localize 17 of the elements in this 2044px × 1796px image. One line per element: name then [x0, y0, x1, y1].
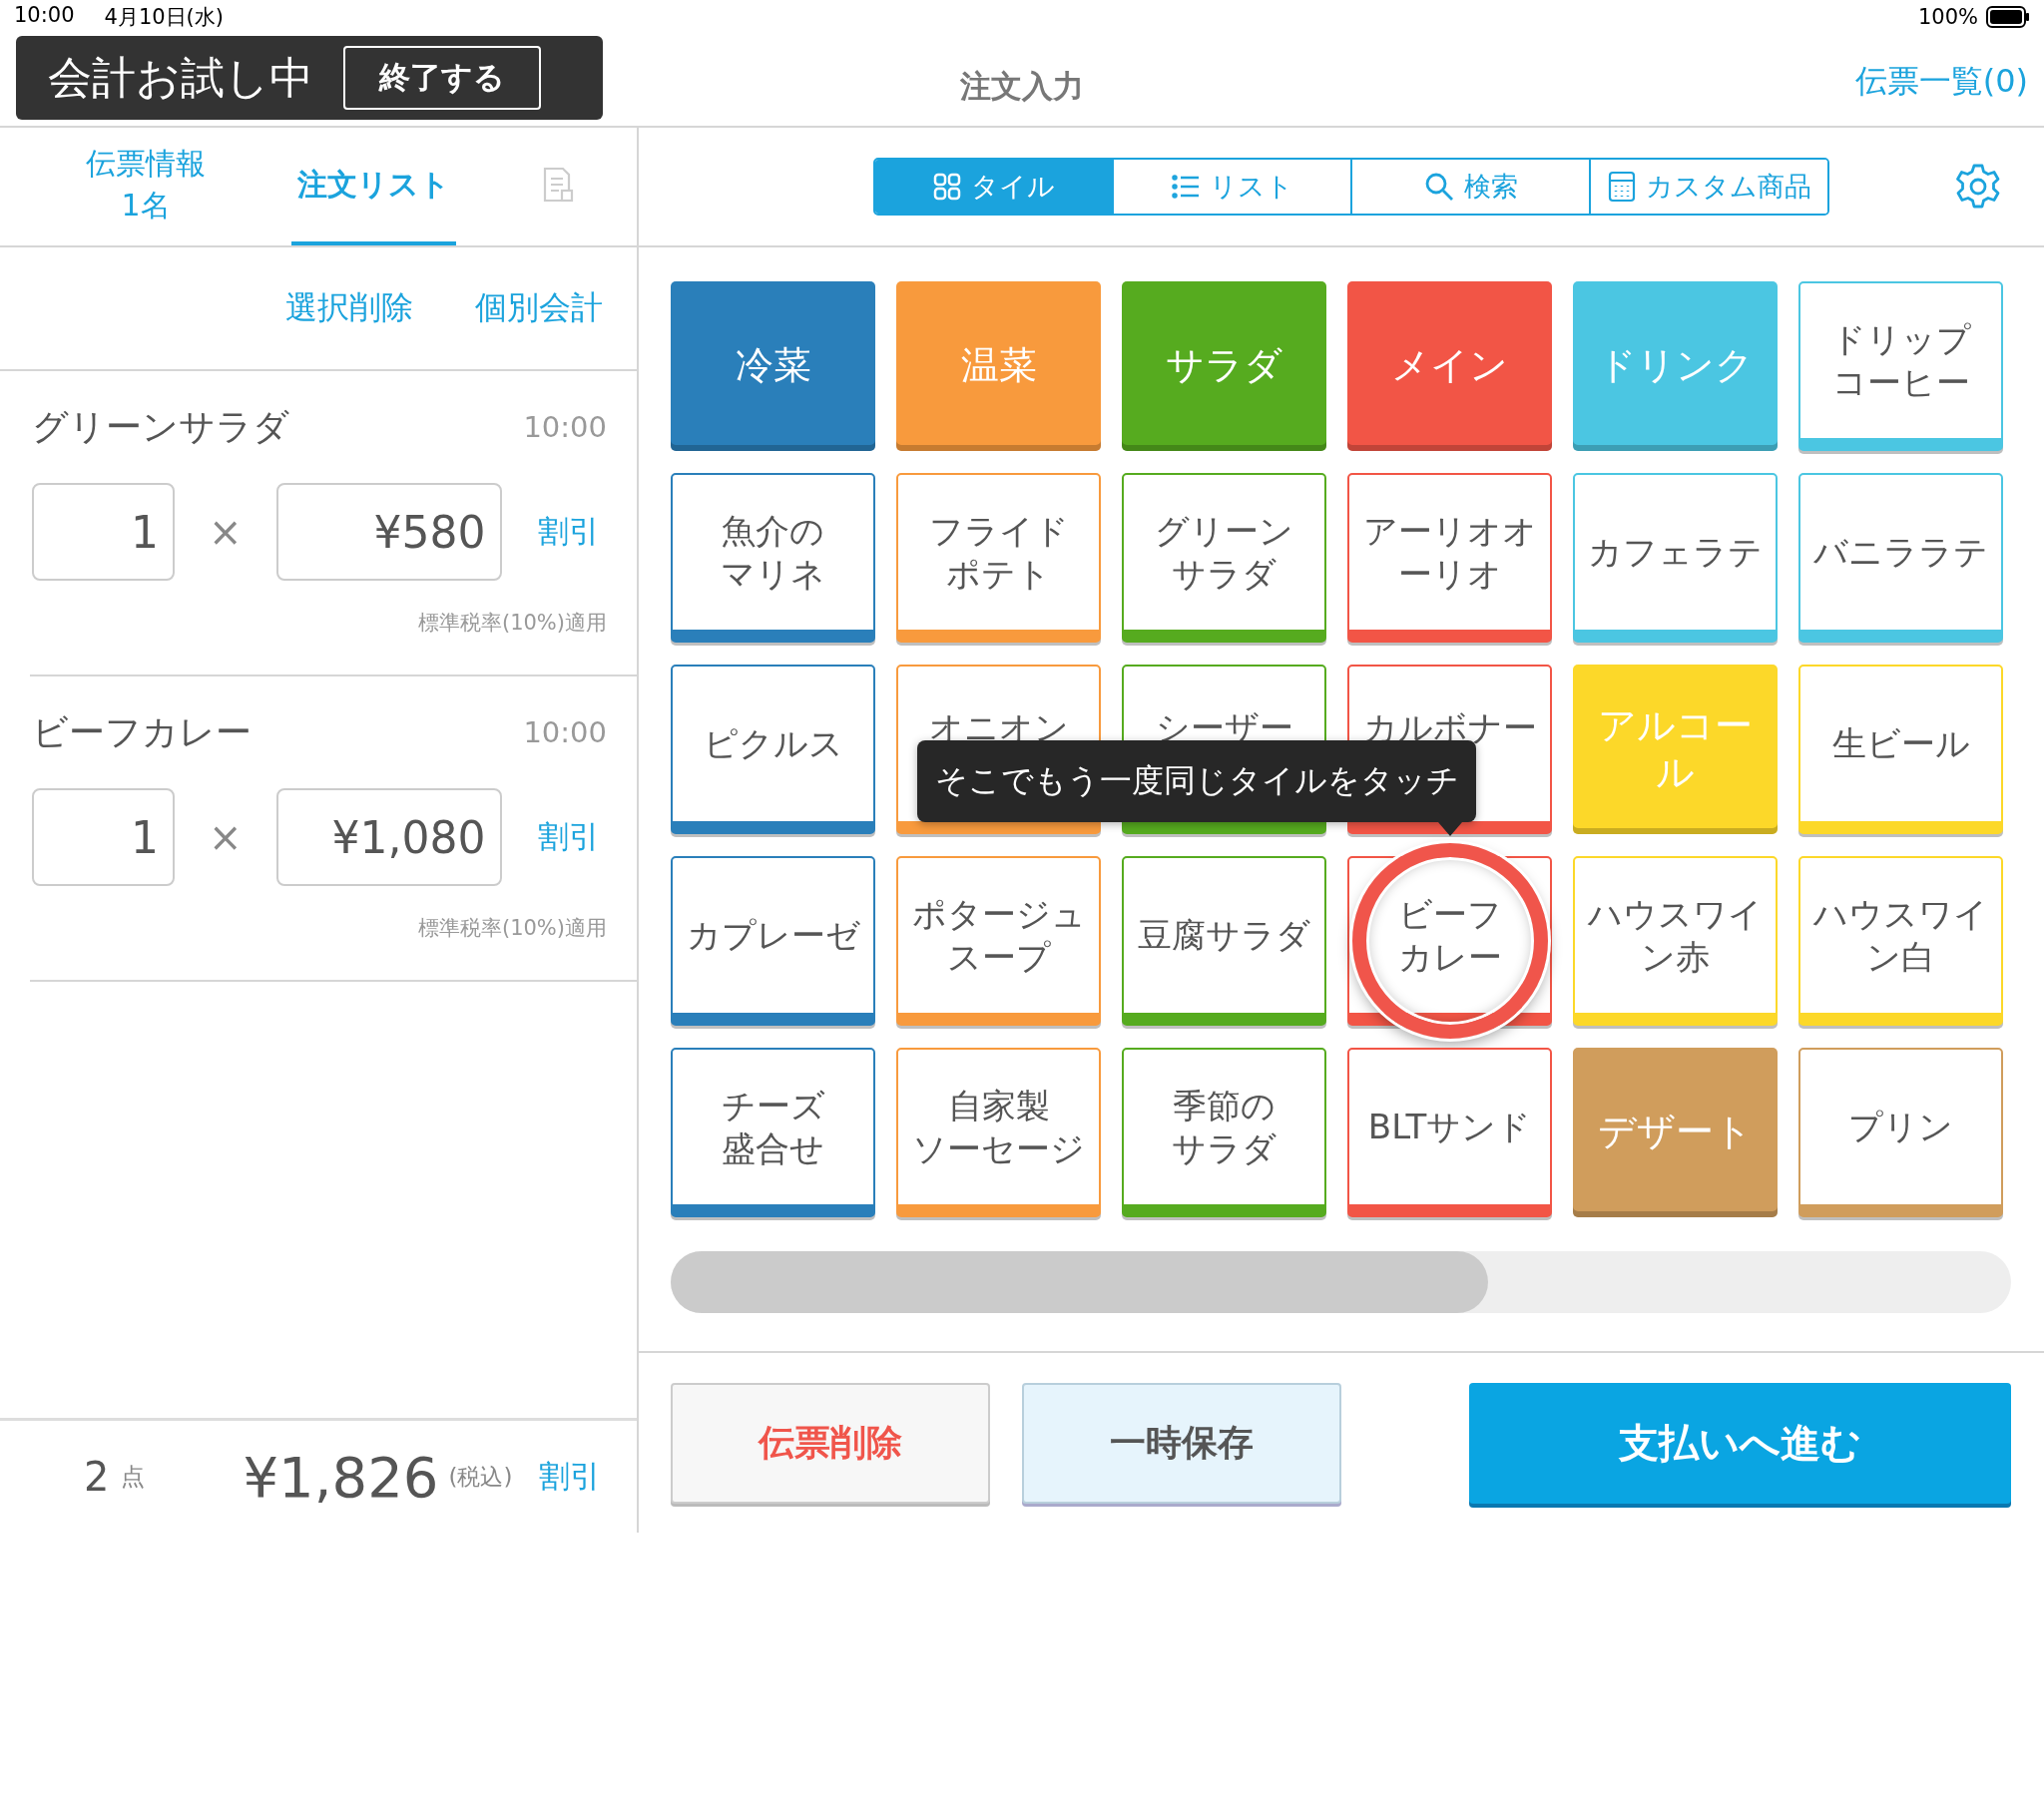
status-time: 10:00 [14, 3, 75, 29]
order-time: 10:00 [523, 410, 607, 444]
order-item-name: ビーフカレー [32, 709, 252, 754]
tax-rate-note: 標準税率(10%)適用 [417, 610, 607, 637]
screen-title: 注文入力 [960, 68, 1084, 104]
battery-percent: 100% [1917, 5, 1978, 29]
tax-rate-note: 標準税率(10%)適用 [417, 915, 607, 942]
order-time: 10:00 [523, 715, 607, 749]
status-date: 4月10日(水) [104, 4, 224, 31]
order-item-name: グリーンサラダ [32, 404, 289, 449]
total-amount: ¥1,826 [243, 1444, 439, 1510]
multiply-sign: × [209, 814, 243, 860]
item-count: 2 [84, 1454, 110, 1500]
count-unit: 点 [121, 1462, 146, 1493]
tax-included-label: (税込) [448, 1462, 513, 1492]
trial-mode-label: 会計お試し中 [48, 50, 313, 105]
multiply-sign: × [209, 509, 243, 555]
